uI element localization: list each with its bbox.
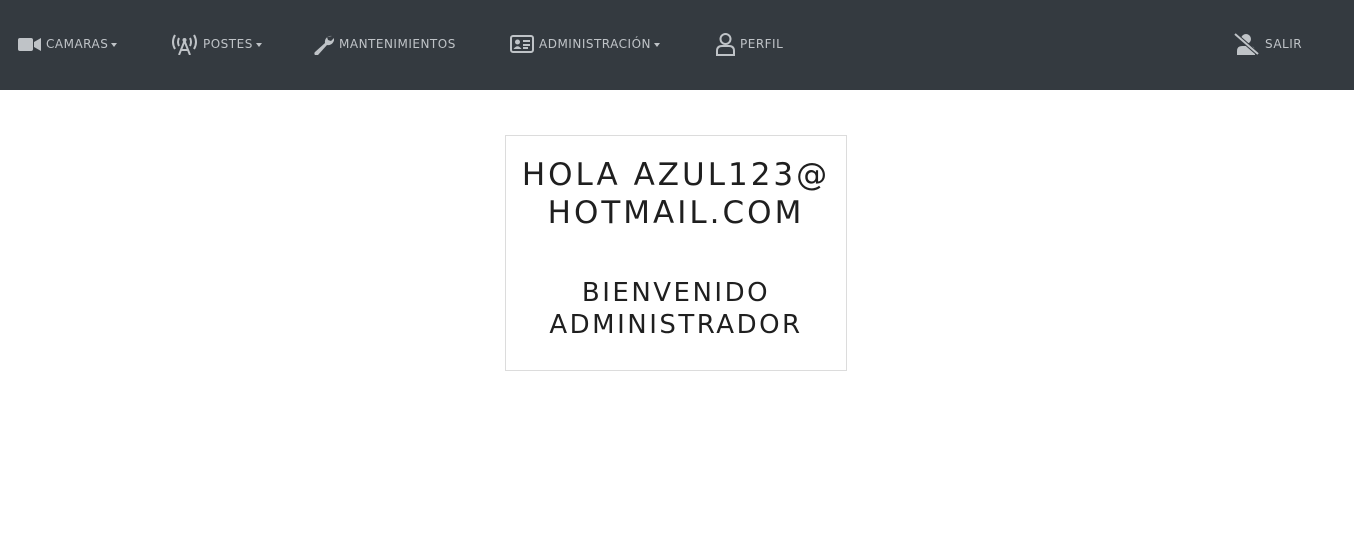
top-navbar: CAMARAS POSTES MANTENIMIENTOS ADMINISTRA… bbox=[0, 0, 1354, 90]
nav-mantenimientos-label: MANTENIMIENTOS bbox=[339, 37, 456, 51]
wrench-icon bbox=[313, 34, 334, 55]
nav-salir-label: SALIR bbox=[1265, 37, 1303, 51]
caret-down-icon bbox=[111, 42, 118, 47]
nav-administracion-dropdown[interactable]: ADMINISTRACIÓN bbox=[510, 30, 660, 58]
nav-salir-link[interactable]: SALIR bbox=[1233, 30, 1302, 58]
id-card-icon bbox=[510, 35, 534, 53]
nav-postes-label: POSTES bbox=[203, 37, 253, 51]
welcome-message: BIENVENIDO ADMINISTRADOR bbox=[549, 278, 803, 340]
greeting-heading: HOLA AZUL123@HOTMAIL.COM bbox=[521, 157, 831, 231]
nav-perfil-link[interactable]: PERFIL bbox=[716, 30, 783, 58]
video-camera-icon bbox=[18, 37, 41, 52]
user-icon bbox=[716, 32, 735, 56]
nav-postes-dropdown[interactable]: POSTES bbox=[171, 30, 262, 58]
caret-down-icon bbox=[255, 42, 262, 47]
nav-perfil-label: PERFIL bbox=[740, 37, 784, 51]
user-slash-icon bbox=[1233, 33, 1260, 55]
broadcast-tower-icon bbox=[171, 33, 198, 55]
nav-camaras-dropdown[interactable]: CAMARAS bbox=[18, 30, 118, 58]
nav-camaras-label: CAMARAS bbox=[46, 37, 109, 51]
caret-down-icon bbox=[654, 42, 660, 47]
nav-mantenimientos-link[interactable]: MANTENIMIENTOS bbox=[313, 30, 456, 58]
welcome-card: HOLA AZUL123@HOTMAIL.COM BIENVENIDO ADMI… bbox=[505, 135, 847, 371]
nav-administracion-label: ADMINISTRACIÓN bbox=[539, 37, 651, 51]
